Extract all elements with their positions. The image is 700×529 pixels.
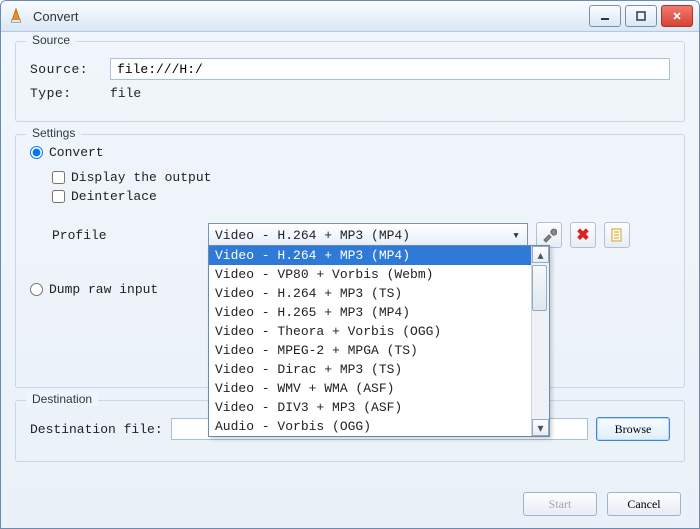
app-icon — [7, 7, 25, 25]
profile-option[interactable]: Video - H.264 + MP3 (MP4) — [209, 246, 532, 265]
titlebar[interactable]: Convert — [1, 1, 699, 32]
display-output-label: Display the output — [71, 170, 211, 185]
start-button[interactable]: Start — [523, 492, 597, 516]
chevron-down-icon: ▾ — [507, 226, 525, 244]
profile-option[interactable]: Video - Dirac + MP3 (TS) — [209, 360, 532, 379]
source-label: Source: — [30, 62, 102, 77]
source-group: Source Source: Type: file — [15, 41, 685, 122]
destination-legend: Destination — [26, 392, 98, 406]
dump-raw-radio-label: Dump raw input — [49, 282, 158, 297]
profile-option[interactable]: Video - VP80 + Vorbis (Webm) — [209, 265, 532, 284]
delete-x-icon: ✖ — [576, 225, 589, 245]
close-button[interactable] — [661, 5, 693, 27]
dropdown-scrollbar[interactable]: ▴ ▾ — [531, 246, 549, 436]
deinterlace-check[interactable]: Deinterlace — [52, 189, 670, 204]
type-label: Type: — [30, 86, 102, 101]
window-title: Convert — [33, 9, 79, 24]
profile-combo-box[interactable]: Video - H.264 + MP3 (MP4) ▾ — [208, 223, 528, 247]
deinterlace-label: Deinterlace — [71, 189, 157, 204]
settings-group: Settings Convert Display the output Dein… — [15, 134, 685, 388]
profile-dropdown: Video - H.264 + MP3 (MP4) Video - VP80 +… — [208, 245, 550, 437]
maximize-button[interactable] — [625, 5, 657, 27]
scroll-down-icon[interactable]: ▾ — [532, 419, 549, 436]
profile-option[interactable]: Video - H.265 + MP3 (MP4) — [209, 303, 532, 322]
source-legend: Source — [26, 33, 76, 47]
profile-selected: Video - H.264 + MP3 (MP4) — [215, 228, 410, 243]
profile-option[interactable]: Video - H.264 + MP3 (TS) — [209, 284, 532, 303]
convert-radio-input[interactable] — [30, 146, 43, 159]
scroll-up-icon[interactable]: ▴ — [532, 246, 549, 263]
settings-legend: Settings — [26, 126, 81, 140]
display-output-check[interactable]: Display the output — [52, 170, 670, 185]
delete-profile-button[interactable]: ✖ — [570, 222, 596, 248]
dump-raw-radio-input[interactable] — [30, 283, 43, 296]
profile-label: Profile — [52, 228, 142, 243]
wrench-icon — [541, 227, 557, 243]
destination-file-label: Destination file: — [30, 422, 163, 437]
profile-option[interactable]: Audio - Vorbis (OGG) — [209, 417, 532, 436]
minimize-button[interactable] — [589, 5, 621, 27]
type-value: file — [110, 86, 141, 101]
source-input[interactable] — [110, 58, 670, 80]
profile-option[interactable]: Video - DIV3 + MP3 (ASF) — [209, 398, 532, 417]
display-output-input[interactable] — [52, 171, 65, 184]
cancel-button[interactable]: Cancel — [607, 492, 681, 516]
new-doc-icon — [609, 227, 625, 243]
profile-combo[interactable]: Video - H.264 + MP3 (MP4) ▾ Video - H.26… — [208, 223, 528, 247]
profile-option[interactable]: Video - MPEG-2 + MPGA (TS) — [209, 341, 532, 360]
browse-button[interactable]: Browse — [596, 417, 670, 441]
deinterlace-input[interactable] — [52, 190, 65, 203]
scroll-thumb[interactable] — [532, 265, 547, 311]
convert-radio-label: Convert — [49, 145, 104, 160]
profile-option[interactable]: Video - WMV + WMA (ASF) — [209, 379, 532, 398]
profile-option[interactable]: Video - Theora + Vorbis (OGG) — [209, 322, 532, 341]
convert-radio[interactable]: Convert — [30, 145, 670, 160]
convert-window: Convert Source Source: Type: file Settin… — [0, 0, 700, 529]
new-profile-button[interactable] — [604, 222, 630, 248]
